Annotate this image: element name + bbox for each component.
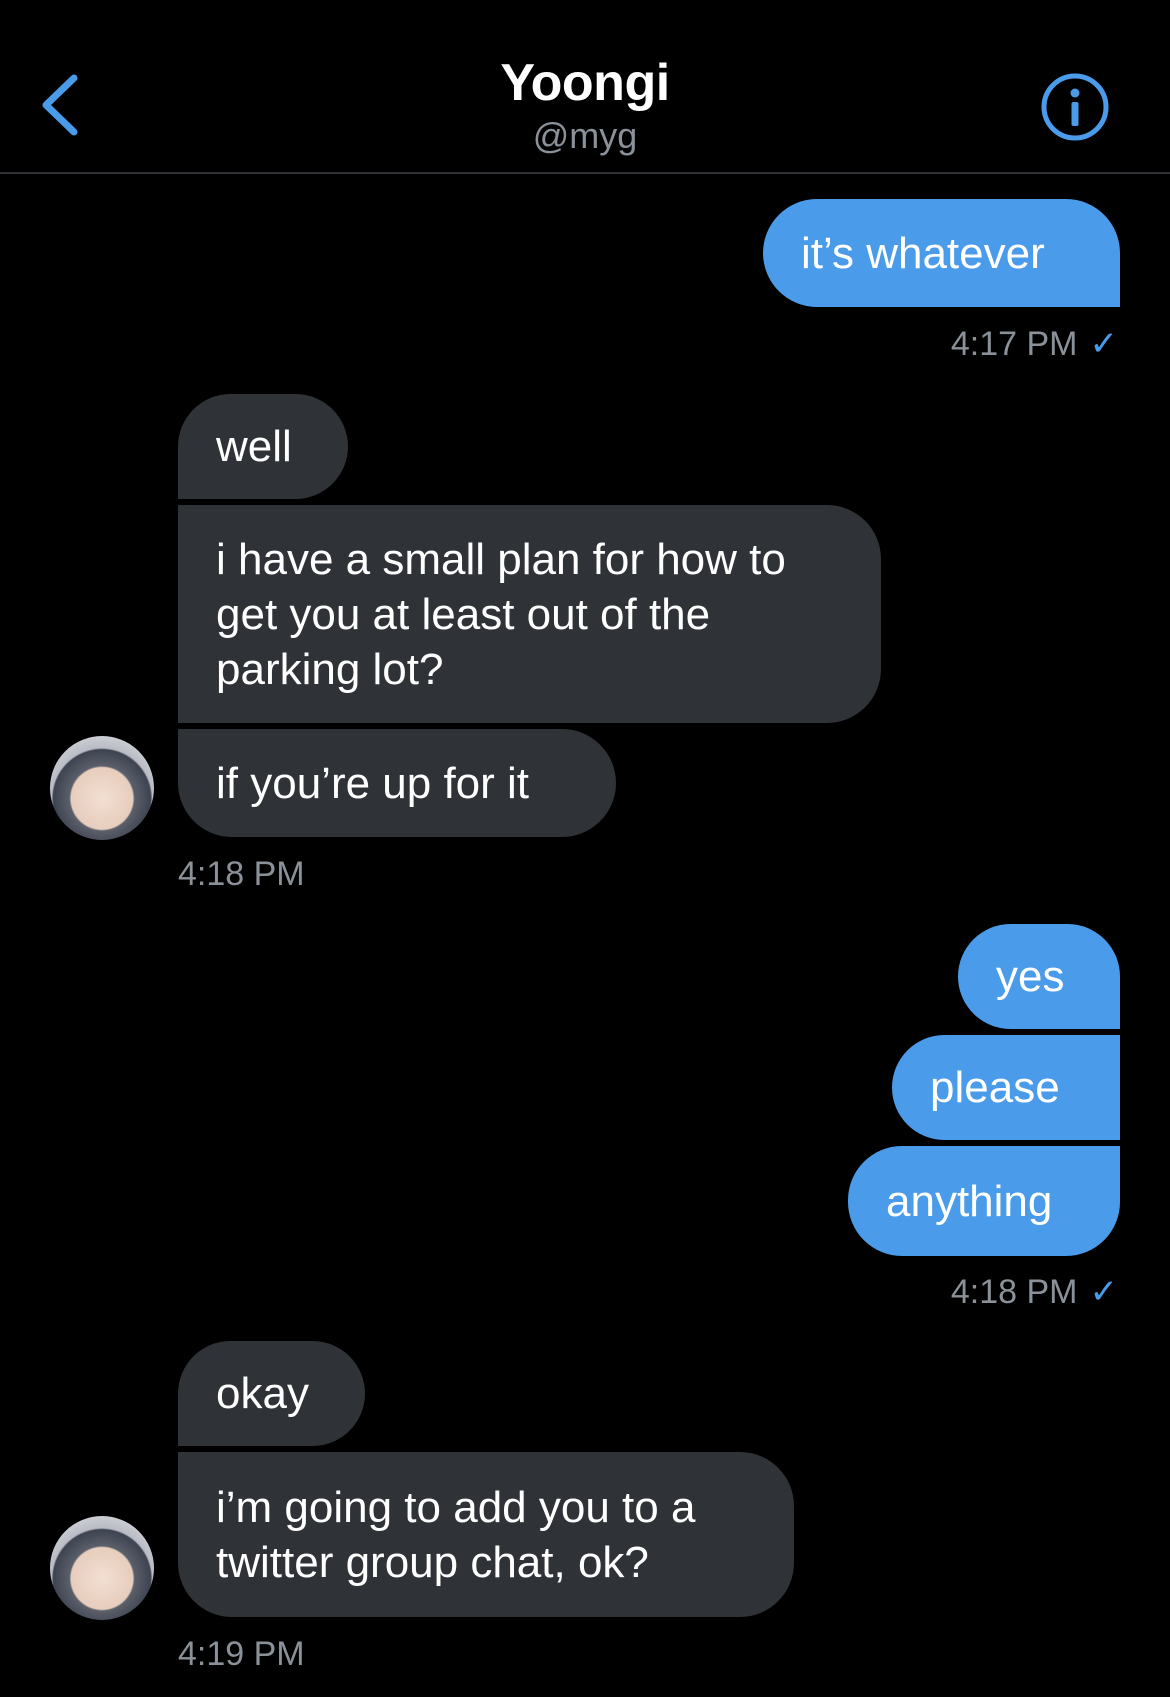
contact-handle: @myg (532, 115, 638, 156)
conversation-header: Yoongi @myg (0, 0, 1170, 174)
message-text: if you’re up for it (216, 758, 530, 808)
sent-message-bubble[interactable]: anything (848, 1146, 1120, 1256)
conversation-info-button[interactable] (1040, 72, 1110, 142)
received-message-bubble[interactable]: okay (178, 1341, 365, 1446)
received-message-meta: 4:19 PM (178, 1634, 305, 1674)
message-text: it’s whatever (801, 228, 1045, 278)
message-text: i have a small plan for how to get you a… (216, 534, 786, 694)
message-thread[interactable]: it’s whatever 4:17 PM ✓ well i have a sma… (0, 174, 1170, 1697)
message-text: yes (996, 952, 1065, 1001)
received-message-bubble[interactable]: if you’re up for it (178, 729, 616, 837)
message-text: well (216, 422, 292, 471)
contact-avatar[interactable] (50, 736, 154, 840)
message-timestamp: 4:18 PM (178, 855, 305, 893)
read-check-icon: ✓ (1089, 1273, 1119, 1311)
message-text: anything (886, 1176, 1053, 1226)
sent-message-meta: 4:17 PM ✓ (951, 324, 1118, 364)
message-timestamp: 4:17 PM (950, 325, 1078, 363)
message-text: i’m going to add you to a twitter group … (216, 1482, 696, 1587)
sent-message-bubble[interactable]: yes (958, 924, 1120, 1029)
sent-message-meta: 4:18 PM ✓ (951, 1272, 1118, 1312)
sent-message-bubble[interactable]: please (892, 1035, 1120, 1140)
received-message-bubble[interactable]: well (178, 394, 348, 499)
contact-name: Yoongi (500, 54, 670, 112)
message-text: okay (216, 1369, 309, 1418)
message-text: please (930, 1063, 1060, 1112)
message-timestamp: 4:18 PM (950, 1273, 1078, 1311)
received-message-meta: 4:18 PM (178, 854, 305, 894)
read-check-icon: ✓ (1089, 325, 1119, 363)
contact-avatar[interactable] (50, 1516, 154, 1620)
info-circle-icon (1041, 73, 1109, 141)
received-message-bubble[interactable]: i have a small plan for how to get you a… (178, 505, 881, 723)
message-timestamp: 4:19 PM (178, 1635, 305, 1673)
conversation-title-block[interactable]: Yoongi @myg (0, 52, 1170, 158)
sent-message-bubble[interactable]: it’s whatever (763, 199, 1120, 307)
received-message-bubble[interactable]: i’m going to add you to a twitter group … (178, 1452, 794, 1617)
